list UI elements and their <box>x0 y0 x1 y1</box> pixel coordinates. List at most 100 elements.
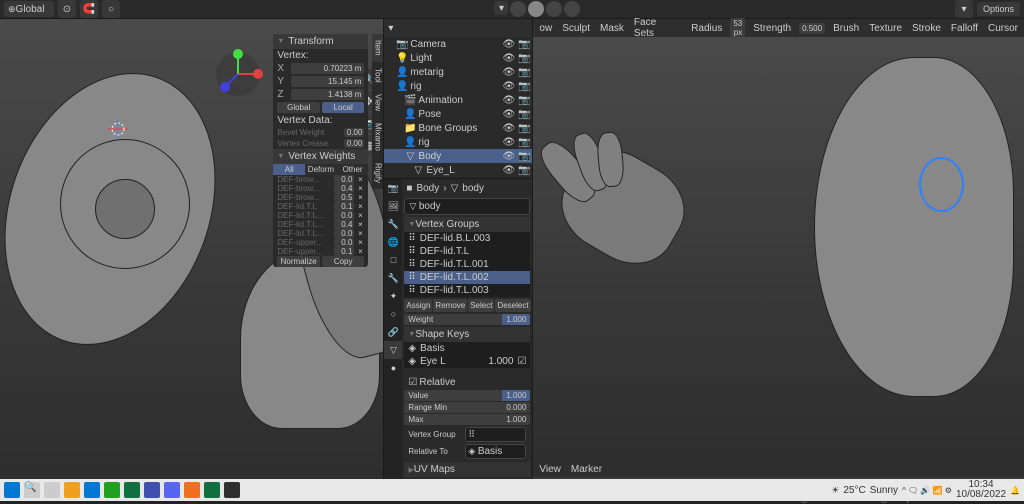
n-tab-item[interactable]: Item <box>372 34 383 62</box>
props-tab-data[interactable]: ▽ <box>384 341 402 359</box>
vertex-crease-field[interactable]: 0.00 <box>344 139 364 148</box>
strength-field[interactable]: 0.500 <box>799 23 825 34</box>
shading-1[interactable] <box>510 1 526 17</box>
start-button[interactable] <box>4 482 20 498</box>
deselect-button[interactable]: Deselect <box>495 299 530 312</box>
shape-keys-header[interactable]: ▼ Shape Keys <box>404 327 530 342</box>
outliner-item[interactable]: 🎬Animation👁 📷 <box>384 93 532 107</box>
vw-row[interactable]: DEF-brow...0.5× <box>273 193 368 202</box>
range-max-field[interactable]: Max1.000 <box>404 414 530 425</box>
view-menu[interactable]: View <box>537 464 563 475</box>
vertex-group-item[interactable]: ⠿DEF-lid.B.L.003 <box>404 232 530 245</box>
n-tab-mixamo[interactable]: Mixamo <box>372 117 383 157</box>
remove-button[interactable]: Remove <box>433 299 467 312</box>
props-tab-modifier[interactable]: 🔧 <box>384 269 402 287</box>
snap-toggle[interactable]: 🧲 <box>80 0 98 18</box>
vw-row[interactable]: DEF-lid.T.L0.1× <box>273 202 368 211</box>
weight-slider[interactable]: Weight1.000 <box>404 314 530 325</box>
bevel-weight-field[interactable]: 0.00 <box>344 128 364 137</box>
radius-field[interactable]: 53 px <box>730 18 745 38</box>
shading-3[interactable] <box>546 1 562 17</box>
props-tab-scene[interactable]: 🔧 <box>384 215 402 233</box>
selectability-icon[interactable]: ▾ <box>494 1 508 15</box>
uv-maps-header[interactable]: ▶ UV Maps <box>404 462 530 477</box>
props-tab-physics[interactable]: ○ <box>384 305 402 323</box>
shading-4[interactable] <box>564 1 580 17</box>
options-dropdown[interactable]: Options <box>977 2 1020 16</box>
value-slider[interactable]: Value1.000 <box>404 390 530 401</box>
vw-tab-deform[interactable]: Deform <box>305 164 337 175</box>
orientation-dropdown[interactable]: ⊕ Global <box>4 1 54 17</box>
vertex-group-item[interactable]: ⠿DEF-lid.T.L.002 <box>404 271 530 284</box>
stroke-popover[interactable]: Stroke <box>910 23 943 34</box>
vertex-y-field[interactable]: 15.145 m <box>291 76 364 87</box>
vw-row[interactable]: DEF-upper...0.1× <box>273 247 368 256</box>
outliner-item[interactable]: 💡Light👁 📷 <box>384 51 532 65</box>
app-icon[interactable] <box>144 482 160 498</box>
face-sets-menu[interactable]: Face Sets <box>632 17 677 39</box>
outliner-item[interactable]: 👤rig👁 📷 <box>384 79 532 93</box>
proportional-toggle[interactable]: ○ <box>102 0 120 18</box>
transform-panel-header[interactable]: ▼Transform <box>273 34 368 49</box>
props-tab-render[interactable]: 📷 <box>384 179 402 197</box>
shape-key-item[interactable]: ◈Eye L1.000☑ <box>404 355 530 368</box>
copy-button[interactable]: Copy <box>322 256 365 267</box>
outliner-item[interactable]: 📷Camera👁 📷 <box>384 37 532 51</box>
vw-row[interactable]: DEF-lid.T.L...0.0× <box>273 229 368 238</box>
props-tab-material[interactable]: ● <box>384 359 402 377</box>
vw-row[interactable]: DEF-lid.T.L...0.4× <box>273 220 368 229</box>
breadcrumb-object[interactable]: Body <box>416 183 439 194</box>
marker-menu[interactable]: Marker <box>569 464 604 475</box>
clock[interactable]: 10:3410/08/2022 <box>956 480 1006 500</box>
texture-popover[interactable]: Texture <box>867 23 904 34</box>
app-icon[interactable] <box>104 482 120 498</box>
cursor-popover[interactable]: Cursor <box>986 23 1020 34</box>
assign-button[interactable]: Assign <box>404 299 432 312</box>
app-icon[interactable] <box>224 482 240 498</box>
falloff-popover[interactable]: Falloff <box>949 23 980 34</box>
search-icon[interactable]: 🔍 <box>24 482 40 498</box>
sk-vertex-group-field[interactable]: ⠿ <box>465 427 526 442</box>
filter-icon[interactable]: ▾ <box>388 23 393 34</box>
app-icon[interactable] <box>64 482 80 498</box>
taskview-icon[interactable] <box>44 482 60 498</box>
app-icon[interactable] <box>164 482 180 498</box>
props-tab-object[interactable]: □ <box>384 251 402 269</box>
outliner-item[interactable]: 👤rig👁 📷 <box>384 135 532 149</box>
filter-icon[interactable]: ▾ <box>955 0 973 18</box>
vertex-group-item[interactable]: ⠿DEF-lid.T.L.003 <box>404 284 530 297</box>
relative-to-field[interactable]: ◈ Basis <box>465 444 526 459</box>
outliner-item[interactable]: 👤metarig👁 📷 <box>384 65 532 79</box>
shape-key-item[interactable]: ◈Basis <box>404 342 530 355</box>
n-tab-rigify[interactable]: Rigify <box>372 157 383 189</box>
vw-row[interactable]: DEF-upper...0.0× <box>273 238 368 247</box>
vertex-group-item[interactable]: ⠿DEF-lid.T.L <box>404 245 530 258</box>
app-icon[interactable] <box>124 482 140 498</box>
global-button[interactable]: Global <box>277 102 320 113</box>
pivot-dropdown[interactable]: ⊙ <box>58 0 76 18</box>
weather-widget[interactable]: ☀ 25°C Sunny <box>831 485 898 496</box>
outliner-item[interactable]: 👤Pose👁 📷 <box>384 107 532 121</box>
vertex-z-field[interactable]: 1.4138 m <box>291 89 364 100</box>
select-button[interactable]: Select <box>468 299 494 312</box>
system-tray[interactable]: ^ 🗨 🔊 📶 ⚙ <box>902 486 952 495</box>
viewport-right[interactable]: ow Sculpt Mask Face Sets Radius 53 px St… <box>533 19 1024 479</box>
nav-gizmo[interactable] <box>213 49 263 99</box>
mask-menu[interactable]: Mask <box>598 23 626 34</box>
props-tab-particle[interactable]: ✦ <box>384 287 402 305</box>
brush-popover[interactable]: Brush <box>831 23 861 34</box>
vw-row[interactable]: DEF-brow...0.0× <box>273 175 368 184</box>
vertex-groups-header[interactable]: ▼ Vertex Groups <box>404 217 530 232</box>
vw-tab-other[interactable]: Other <box>337 164 369 175</box>
props-tab-world[interactable]: 🌐 <box>384 233 402 251</box>
viewport-left[interactable]: 🔍 ✥ 📷 ▦ ▼Transform Vertex: X0.70223 m Y1… <box>0 19 383 479</box>
normalize-button[interactable]: Normalize <box>277 256 320 267</box>
app-icon[interactable] <box>204 482 220 498</box>
vw-tab-all[interactable]: All <box>273 164 305 175</box>
props-tab-constraint[interactable]: 🔗 <box>384 323 402 341</box>
mesh-name-field[interactable]: ▽ body <box>404 198 530 215</box>
outliner-item[interactable]: ▽Eye_L👁 📷 <box>384 163 532 177</box>
outliner-item[interactable]: ▽Body👁 📷 <box>384 149 532 163</box>
relative-checkbox[interactable]: Relative <box>419 377 455 388</box>
n-tab-view[interactable]: View <box>372 88 383 117</box>
